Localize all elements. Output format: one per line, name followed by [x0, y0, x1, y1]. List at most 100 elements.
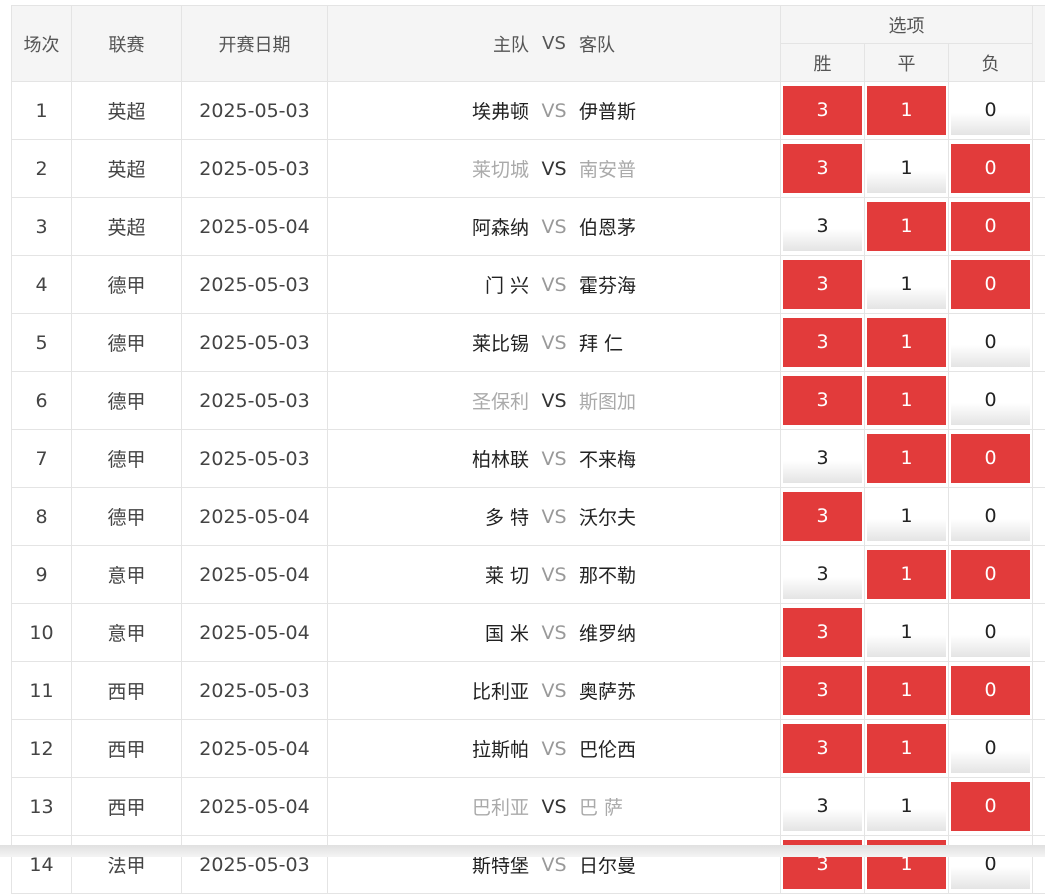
header-spacer [1033, 6, 1045, 82]
option-draw-button[interactable]: 1 [867, 492, 946, 541]
option-draw-button[interactable]: 1 [867, 318, 946, 367]
option-cell-win: 3 [781, 604, 865, 662]
option-win-button[interactable]: 3 [783, 86, 862, 135]
option-draw-button[interactable]: 1 [867, 724, 946, 773]
row-spacer [1033, 198, 1045, 256]
option-loss-button[interactable]: 0 [951, 86, 1030, 135]
option-loss-button[interactable]: 0 [951, 782, 1030, 831]
option-loss-button[interactable]: 0 [951, 434, 1030, 483]
match-selection-table-wrapper: 场次 联赛 开赛日期 主队 VS 客队 选项 胜 平 负 1英超2025- [11, 5, 1045, 894]
vs-label: VS [529, 274, 579, 296]
table-header: 场次 联赛 开赛日期 主队 VS 客队 选项 胜 平 负 [12, 6, 1045, 82]
table-row: 6德甲2025-05-03圣保利VS斯图加310 [12, 372, 1045, 430]
away-team: 不来梅 [579, 445, 769, 472]
home-team: 多 特 [339, 503, 529, 530]
row-date: 2025-05-03 [182, 662, 328, 720]
option-loss-button[interactable]: 0 [951, 608, 1030, 657]
option-cell-draw: 1 [865, 662, 949, 720]
option-cell-loss: 0 [949, 82, 1033, 140]
vs-label: VS [529, 448, 579, 470]
option-cell-win: 3 [781, 430, 865, 488]
option-cell-loss: 0 [949, 662, 1033, 720]
option-cell-draw: 1 [865, 198, 949, 256]
home-team: 国 米 [339, 619, 529, 646]
row-league: 德甲 [72, 488, 182, 546]
row-league: 西甲 [72, 662, 182, 720]
away-team: 斯图加 [579, 387, 769, 414]
option-draw-button[interactable]: 1 [867, 434, 946, 483]
row-league: 德甲 [72, 372, 182, 430]
option-win-button[interactable]: 3 [783, 376, 862, 425]
row-match: 比利亚VS奥萨苏 [328, 662, 781, 720]
option-draw-button[interactable]: 1 [867, 376, 946, 425]
row-date: 2025-05-03 [182, 372, 328, 430]
option-win-button[interactable]: 3 [783, 608, 862, 657]
option-win-button[interactable]: 3 [783, 666, 862, 715]
option-loss-button[interactable]: 0 [951, 492, 1030, 541]
option-win-button[interactable]: 3 [783, 144, 862, 193]
option-draw-button[interactable]: 1 [867, 260, 946, 309]
option-draw-button[interactable]: 1 [867, 202, 946, 251]
option-loss-button[interactable]: 0 [951, 376, 1030, 425]
row-date: 2025-05-04 [182, 546, 328, 604]
option-cell-win: 3 [781, 488, 865, 546]
option-loss-button[interactable]: 0 [951, 666, 1030, 715]
option-win-button[interactable]: 3 [783, 550, 862, 599]
row-spacer [1033, 82, 1045, 140]
row-league: 意甲 [72, 604, 182, 662]
row-spacer [1033, 256, 1045, 314]
row-league: 意甲 [72, 546, 182, 604]
table-row: 7德甲2025-05-03柏林联VS不来梅310 [12, 430, 1045, 488]
away-team: 巴 萨 [579, 793, 769, 820]
option-win-button[interactable]: 3 [783, 260, 862, 309]
row-match: 莱切城VS南安普 [328, 140, 781, 198]
home-team: 门 兴 [339, 271, 529, 298]
option-cell-draw: 1 [865, 720, 949, 778]
vs-label: VS [529, 390, 579, 412]
home-team: 莱比锡 [339, 329, 529, 356]
option-draw-button[interactable]: 1 [867, 550, 946, 599]
option-draw-button[interactable]: 1 [867, 608, 946, 657]
vs-label: VS [529, 158, 579, 180]
away-team: 维罗纳 [579, 619, 769, 646]
vs-label: VS [529, 332, 579, 354]
home-team: 莱切城 [339, 155, 529, 182]
option-loss-button[interactable]: 0 [951, 144, 1030, 193]
row-date: 2025-05-04 [182, 198, 328, 256]
row-idx: 8 [12, 488, 72, 546]
option-cell-loss: 0 [949, 604, 1033, 662]
option-cell-loss: 0 [949, 140, 1033, 198]
vs-label: VS [529, 100, 579, 122]
option-win-button[interactable]: 3 [783, 782, 862, 831]
option-loss-button[interactable]: 0 [951, 260, 1030, 309]
row-match: 阿森纳VS伯恩茅 [328, 198, 781, 256]
away-team: 巴伦西 [579, 735, 769, 762]
option-loss-button[interactable]: 0 [951, 724, 1030, 773]
home-team: 巴利亚 [339, 793, 529, 820]
option-cell-draw: 1 [865, 140, 949, 198]
row-idx: 2 [12, 140, 72, 198]
option-win-button[interactable]: 3 [783, 724, 862, 773]
option-loss-button[interactable]: 0 [951, 318, 1030, 367]
table-row: 5德甲2025-05-03莱比锡VS拜 仁310 [12, 314, 1045, 372]
home-team: 圣保利 [339, 387, 529, 414]
header-options-group: 选项 [781, 6, 1033, 44]
row-match: 莱比锡VS拜 仁 [328, 314, 781, 372]
header-idx: 场次 [12, 6, 72, 82]
table-row: 11西甲2025-05-03比利亚VS奥萨苏310 [12, 662, 1045, 720]
option-win-button[interactable]: 3 [783, 318, 862, 367]
row-match: 柏林联VS不来梅 [328, 430, 781, 488]
row-spacer [1033, 488, 1045, 546]
option-win-button[interactable]: 3 [783, 202, 862, 251]
option-loss-button[interactable]: 0 [951, 550, 1030, 599]
option-draw-button[interactable]: 1 [867, 782, 946, 831]
option-draw-button[interactable]: 1 [867, 144, 946, 193]
option-draw-button[interactable]: 1 [867, 86, 946, 135]
match-selection-table: 场次 联赛 开赛日期 主队 VS 客队 选项 胜 平 负 1英超2025- [11, 5, 1045, 894]
option-cell-win: 3 [781, 314, 865, 372]
option-loss-button[interactable]: 0 [951, 202, 1030, 251]
option-win-button[interactable]: 3 [783, 492, 862, 541]
home-team: 柏林联 [339, 445, 529, 472]
option-win-button[interactable]: 3 [783, 434, 862, 483]
option-draw-button[interactable]: 1 [867, 666, 946, 715]
